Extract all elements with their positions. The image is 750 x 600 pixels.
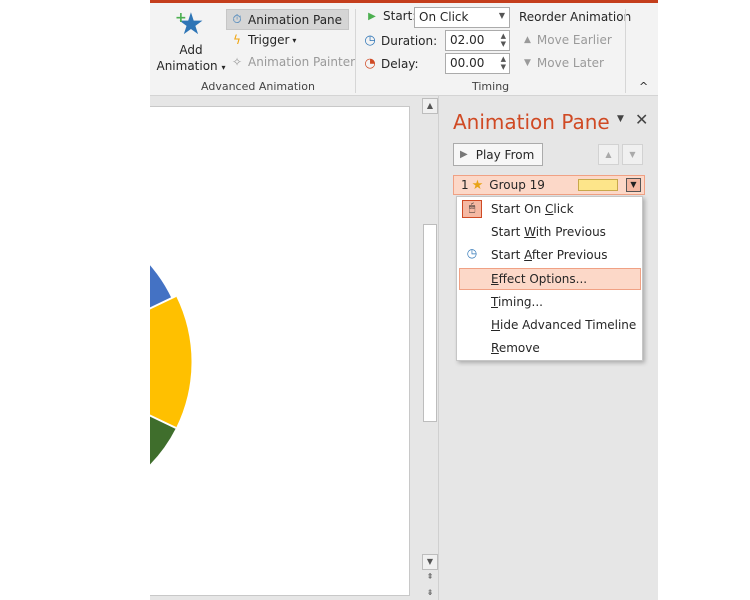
spin-arrows-icon[interactable]: ▲ ▼ xyxy=(501,32,506,48)
animation-pane-label: Animation Pane xyxy=(248,12,343,27)
clock-icon: ◷ xyxy=(364,33,376,48)
arrow-down-icon: ▼ xyxy=(524,58,531,68)
group-separator xyxy=(355,9,356,93)
animation-name: Group 19 xyxy=(489,178,545,192)
animation-painter-label: Animation Painter xyxy=(248,55,356,69)
trigger-button[interactable]: ϟ Trigger ▾ xyxy=(229,33,296,47)
previous-slide-icon[interactable]: ⇞ xyxy=(422,570,438,586)
timing-group-label: Timing xyxy=(472,80,510,93)
menu-item-label: Remove xyxy=(491,341,540,355)
menu-item-timing[interactable]: Timing... xyxy=(459,291,641,313)
menu-item-label: Start On Click xyxy=(491,202,574,216)
chevron-down-icon: ▾ xyxy=(221,63,226,72)
move-up-icon[interactable]: ▲ xyxy=(598,144,619,165)
animation-pane-icon: ⏱ xyxy=(232,12,242,26)
start-label: ▶ Start: xyxy=(364,9,416,23)
slide-canvas[interactable] xyxy=(150,106,410,596)
add-animation-label-line2: Animation xyxy=(156,59,218,73)
move-down-icon[interactable]: ▼ xyxy=(622,144,643,165)
move-later-label: Move Later xyxy=(536,56,604,70)
play-from-button[interactable]: ▶ Play From xyxy=(453,143,544,166)
animation-list-item[interactable]: 1 ★ Group 19 ▼ xyxy=(453,175,645,195)
animation-painter-icon: ✧ xyxy=(231,55,243,69)
move-later-button[interactable]: ▼ Move Later xyxy=(524,56,604,70)
chevron-down-icon: ▼ xyxy=(498,11,505,20)
pie-slice-yellow[interactable] xyxy=(150,296,192,428)
add-animation-button[interactable]: + ★ Add Animation ▾ xyxy=(155,8,227,80)
clock-icon: ◷ xyxy=(466,246,478,260)
menu-item-start-with-previous[interactable]: Start With Previous xyxy=(459,221,641,243)
delay-value: 00.00 xyxy=(450,56,485,70)
lightning-icon: ϟ xyxy=(233,33,241,47)
menu-item-label: Effect Options... xyxy=(491,272,588,286)
duration-value: 02.00 xyxy=(450,33,485,47)
trigger-label: Trigger xyxy=(248,33,290,47)
add-animation-label-line1: Add xyxy=(179,43,203,57)
menu-item-start-after-previous[interactable]: ◷ Start After Previous xyxy=(459,244,641,266)
star-icon: ★ xyxy=(177,7,205,42)
play-from-label: Play From xyxy=(475,147,535,162)
menu-item-label: Timing... xyxy=(491,295,543,309)
timing-bar[interactable] xyxy=(578,179,618,191)
animation-pane-button[interactable]: ⏱ Animation Pane xyxy=(226,9,350,30)
menu-item-label: Hide Advanced Timeline xyxy=(491,318,637,332)
duration-label: ◷ Duration: xyxy=(362,33,437,48)
menu-item-hide-advanced-timeline[interactable]: Hide Advanced Timeline xyxy=(459,314,641,336)
move-earlier-label: Move Earlier xyxy=(536,33,612,47)
spin-arrows-icon[interactable]: ▲ ▼ xyxy=(501,55,506,71)
menu-item-label: Start With Previous xyxy=(491,225,606,239)
menu-item-remove[interactable]: Remove xyxy=(459,337,641,359)
animations-ribbon: + ★ Add Animation ▾ ⏱ Animation Pane ϟ T… xyxy=(150,3,658,96)
reorder-animation-label: Reorder Animation xyxy=(519,10,632,24)
start-value: On Click xyxy=(419,10,469,24)
vertical-scrollbar[interactable]: ▲ ▼ ⇞ ⇟ xyxy=(422,96,438,600)
scroll-up-icon[interactable]: ▲ xyxy=(422,98,438,114)
pie-chart-graphic[interactable] xyxy=(150,107,410,596)
pane-title: Animation Pane xyxy=(453,110,610,134)
group-separator xyxy=(625,9,626,93)
collapse-ribbon-icon[interactable]: ^ xyxy=(639,80,648,93)
menu-item-start-on-click[interactable]: 🖱 Start On Click xyxy=(459,198,641,220)
play-icon: ▶ xyxy=(368,10,376,22)
slide-editing-area: ▲ ▼ ⇞ ⇟ xyxy=(150,96,438,600)
chevron-down-icon: ▾ xyxy=(292,35,297,45)
duration-label-text: Duration: xyxy=(381,33,438,48)
advanced-animation-group-label: Advanced Animation xyxy=(201,80,315,93)
close-icon[interactable]: ✕ xyxy=(635,110,648,129)
mouse-click-icon: 🖱 xyxy=(462,200,482,218)
move-earlier-button[interactable]: ▲ Move Earlier xyxy=(524,33,612,47)
delay-spinner[interactable]: 00.00 ▲ ▼ xyxy=(445,53,510,74)
next-slide-icon[interactable]: ⇟ xyxy=(422,586,438,600)
play-icon: ▶ xyxy=(460,149,468,160)
pane-options-icon[interactable]: ▼ xyxy=(617,114,624,124)
menu-item-effect-options[interactable]: Effect Options... xyxy=(459,268,641,290)
menu-item-label: Start After Previous xyxy=(491,248,608,262)
arrow-up-icon: ▲ xyxy=(524,35,531,45)
delay-label: ◔ Delay: xyxy=(362,56,419,71)
start-dropdown[interactable]: On Click ▼ xyxy=(414,7,510,28)
delay-label-text: Delay: xyxy=(381,56,419,71)
plus-icon: + xyxy=(175,10,187,26)
desktop-background xyxy=(658,0,750,600)
duration-spinner[interactable]: 02.00 ▲ ▼ xyxy=(445,30,510,51)
scroll-down-icon[interactable]: ▼ xyxy=(422,554,438,570)
animation-number: 1 xyxy=(461,178,469,192)
chevron-down-icon[interactable]: ▼ xyxy=(626,178,641,192)
star-icon: ★ xyxy=(471,177,484,193)
animation-context-menu: 🖱 Start On Click Start With Previous ◷ S… xyxy=(456,196,643,361)
scrollbar-thumb[interactable] xyxy=(423,224,437,422)
start-label-text: Start: xyxy=(383,9,417,23)
delay-clock-icon: ◔ xyxy=(364,56,376,71)
animation-painter-button[interactable]: ✧ Animation Painter xyxy=(229,55,355,69)
